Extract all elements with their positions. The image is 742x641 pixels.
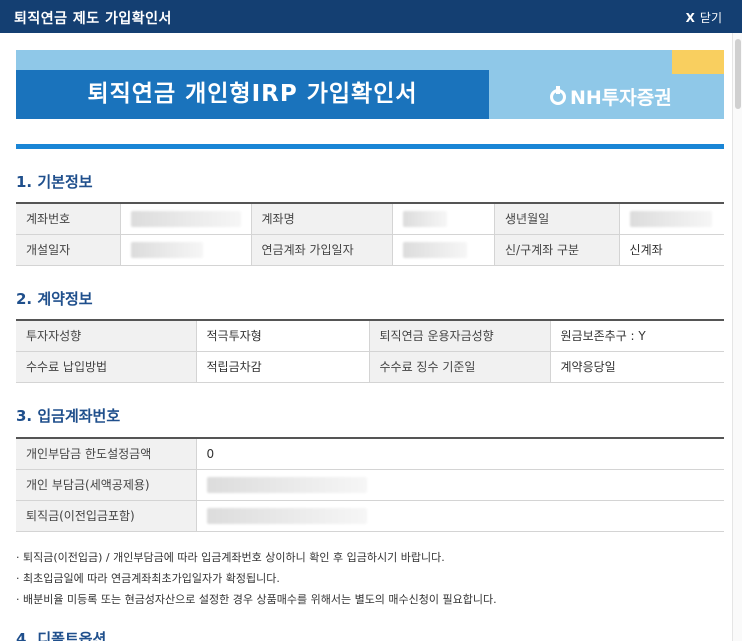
masked-value	[403, 210, 448, 227]
value-fund-profile: 원금보존추구 : Y	[549, 320, 724, 352]
label-personal-contribution: 개인 부담금(세액공제용)	[16, 469, 196, 501]
masked-value	[403, 241, 468, 258]
masked-value	[130, 241, 203, 258]
divider	[16, 144, 724, 149]
value-account-number	[119, 203, 251, 235]
section-title-deposit: 3. 입금계좌번호	[16, 407, 121, 425]
value-contribution-limit: 0	[195, 438, 724, 470]
table-row: 개인 부담금(세액공제용)	[16, 469, 724, 501]
label-account-number: 계좌번호	[16, 203, 120, 235]
value-investor-profile: 적극투자형	[195, 320, 369, 352]
basic-info-table: 계좌번호 계좌명 생년월일 개설일자 연금계좌 가입일자 신/구계좌 구분 신계…	[16, 202, 724, 266]
brand-name: NH투자증권	[570, 87, 672, 109]
contract-info-table: 투자자성향 적극투자형 퇴직연금 운용자금성향 원금보존추구 : Y 수수료 납…	[16, 319, 724, 383]
banner-title: 퇴직연금 개인형IRP 가입확인서	[16, 70, 489, 119]
label-account-type: 신/구계좌 구분	[493, 234, 620, 266]
window-titlebar: 퇴직연금 제도 가입확인서 X 닫기	[0, 0, 742, 33]
banner-accent	[672, 50, 724, 74]
value-open-date	[119, 234, 251, 266]
label-open-date: 개설일자	[16, 234, 120, 266]
value-account-type: 신계좌	[618, 234, 724, 266]
label-investor-profile: 투자자성향	[16, 320, 196, 352]
window-title: 퇴직연금 제도 가입확인서	[14, 11, 172, 27]
value-severance-pay	[195, 500, 724, 532]
vertical-scrollbar[interactable]	[732, 33, 742, 641]
list-item: · 배분비율 미등록 또는 현금성자산으로 설정한 경우 상품매수를 위해서는 …	[16, 593, 497, 606]
value-fee-payment-method: 적립금차감	[195, 351, 369, 383]
label-account-name: 계좌명	[250, 203, 393, 235]
close-label: 닫기	[699, 11, 722, 25]
value-fee-collection-date: 계약응당일	[549, 351, 724, 383]
document-banner: 퇴직연금 개인형IRP 가입확인서 NH투자증권	[16, 50, 724, 119]
table-row: 퇴직금(이전입금포함)	[16, 500, 724, 532]
table-row: 개설일자 연금계좌 가입일자 신/구계좌 구분 신계좌	[16, 234, 724, 266]
masked-value	[130, 210, 241, 227]
nh-logo-icon	[550, 85, 566, 105]
label-birth-date: 생년월일	[493, 203, 620, 235]
table-row: 수수료 납입방법 적립금차감 수수료 징수 기준일 계약응당일	[16, 351, 724, 383]
value-personal-contribution	[195, 469, 724, 501]
section-title-default-option: 4. 디폴트옵션	[16, 630, 107, 641]
table-row: 개인부담금 한도설정금액 0	[16, 438, 724, 470]
close-button[interactable]: X 닫기	[686, 9, 722, 26]
list-item: · 최초입금일에 따라 연금계좌최초가입일자가 확정됩니다.	[16, 572, 280, 585]
value-account-name	[392, 203, 495, 235]
section-title-contract: 2. 계약정보	[16, 290, 93, 308]
brand-logo: NH투자증권	[550, 83, 672, 110]
label-contribution-limit: 개인부담금 한도설정금액	[16, 438, 196, 470]
table-row: 투자자성향 적극투자형 퇴직연금 운용자금성향 원금보존추구 : Y	[16, 320, 724, 352]
masked-value	[206, 507, 367, 524]
deposit-account-table: 개인부담금 한도설정금액 0 개인 부담금(세액공제용) 퇴직금(이전입금포함)	[16, 437, 724, 532]
list-item: · 퇴직금(이전입금) / 개인부담금에 따라 입금계좌번호 상이하니 확인 후…	[16, 551, 445, 564]
label-pension-join-date: 연금계좌 가입일자	[250, 234, 393, 266]
label-fee-payment-method: 수수료 납입방법	[16, 351, 196, 383]
close-icon: X	[685, 11, 695, 25]
label-severance-pay: 퇴직금(이전입금포함)	[16, 500, 196, 532]
notice-list: · 퇴직금(이전입금) / 개인부담금에 따라 입금계좌번호 상이하니 확인 후…	[16, 547, 724, 610]
scrollbar-thumb[interactable]	[735, 39, 741, 109]
label-fee-collection-date: 수수료 징수 기준일	[368, 351, 550, 383]
section-title-basic: 1. 기본정보	[16, 173, 93, 191]
value-pension-join-date	[392, 234, 495, 266]
masked-value	[206, 476, 367, 493]
masked-value	[629, 210, 712, 227]
label-fund-profile: 퇴직연금 운용자금성향	[368, 320, 550, 352]
table-row: 계좌번호 계좌명 생년월일	[16, 203, 724, 235]
value-birth-date	[618, 203, 724, 235]
